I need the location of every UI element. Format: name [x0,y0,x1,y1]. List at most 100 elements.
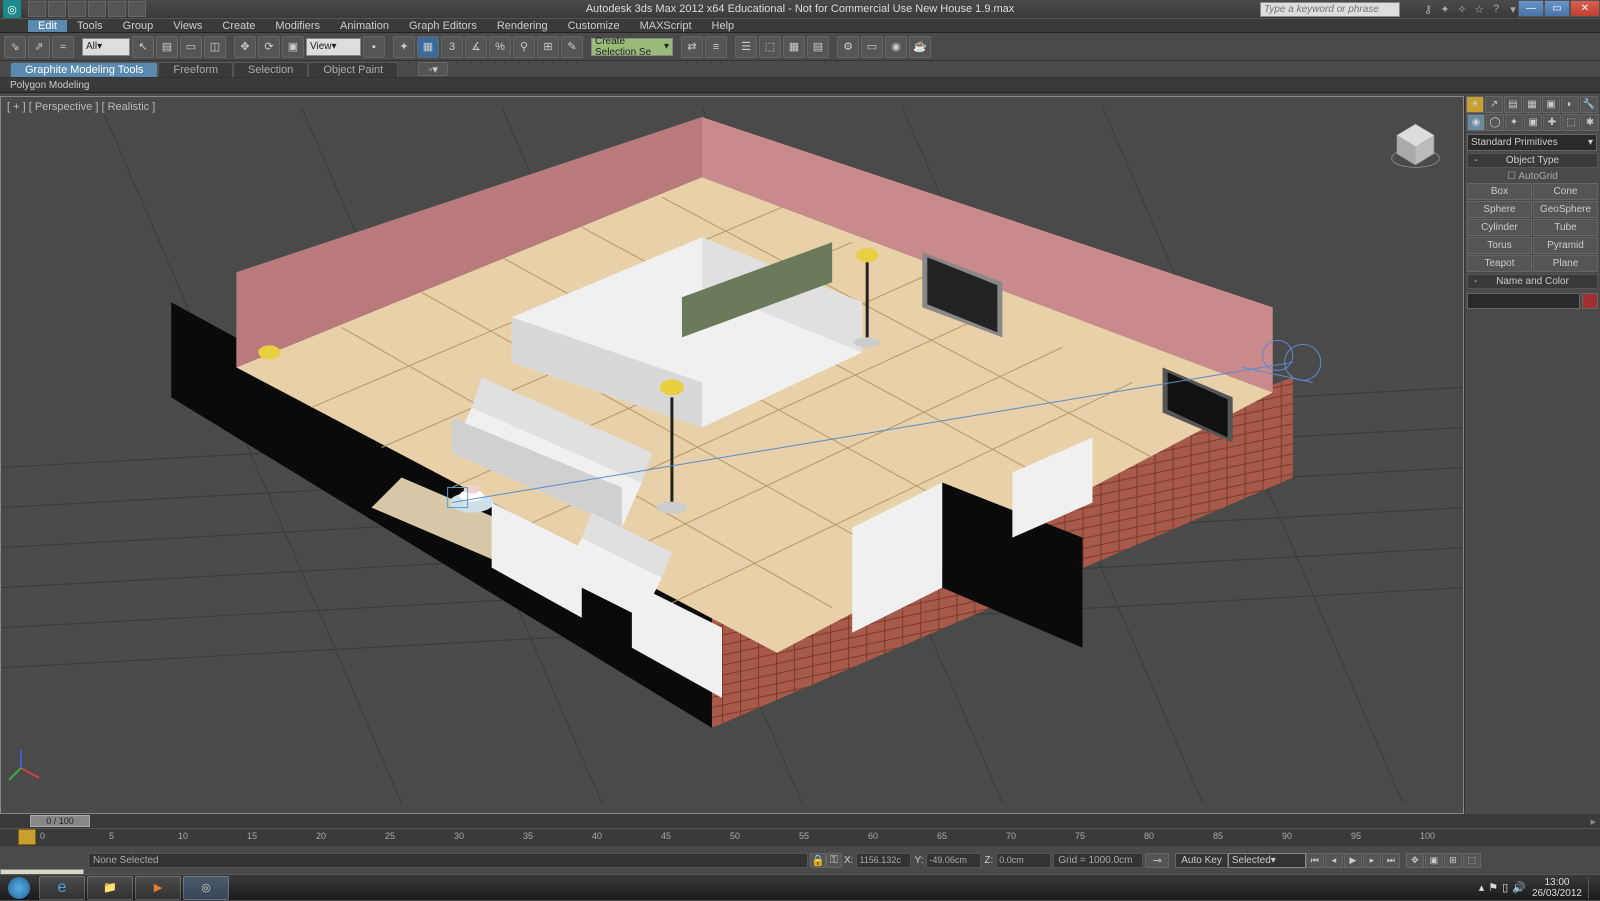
menu-group[interactable]: Group [113,20,164,32]
show-desktop-button[interactable] [1588,877,1596,899]
schematic-icon[interactable]: ▦ [783,36,805,58]
qat-new-icon[interactable] [28,1,46,17]
tab-selection[interactable]: Selection [233,62,308,77]
select-icon[interactable]: ↖ [132,36,154,58]
nav4-icon[interactable]: ⬚ [1463,853,1481,868]
key-mode-dropdown[interactable]: Selected ▾ [1228,853,1306,868]
y-field[interactable]: -49.06cm [926,853,981,868]
qat-redo-icon[interactable] [108,1,126,17]
menu-graph-editors[interactable]: Graph Editors [399,20,487,32]
task-wmp-icon[interactable]: ▶ [135,876,181,900]
menu-help[interactable]: Help [702,20,745,32]
primitive-category-dropdown[interactable]: Standard Primitives▾ [1467,134,1597,151]
rotate-icon[interactable]: ⟳ [258,36,280,58]
sub-ribbon[interactable]: Polygon Modeling [0,78,1600,93]
mirror-icon[interactable]: ⇄ [681,36,703,58]
snap7-icon[interactable]: ✎ [561,36,583,58]
star-icon[interactable]: ☆ [1472,2,1486,16]
curve-editor-icon[interactable]: ⬚ [759,36,781,58]
manipulate-icon[interactable]: ✦ [393,36,415,58]
tray-up-icon[interactable]: ▴ [1479,881,1485,894]
tray-network-icon[interactable]: ▯ [1502,881,1508,894]
space-tab-icon[interactable]: ⬚ [1562,114,1580,131]
menu-tools[interactable]: Tools [67,20,113,32]
play-icon[interactable]: ▶ [1344,853,1362,868]
prim-pyramid[interactable]: Pyramid [1533,237,1598,254]
qat-undo-icon[interactable] [88,1,106,17]
tab-d-icon[interactable]: ▣ [1542,96,1560,113]
taskbar-clock[interactable]: 13:00 26/03/2012 [1532,877,1582,899]
keymode-icon[interactable]: ⊸ [1145,853,1169,868]
snap5-icon[interactable]: ⚲ [513,36,535,58]
rollout-name-color[interactable]: Name and Color [1467,274,1598,289]
start-button[interactable] [0,875,38,901]
key-icon2[interactable]: ⚿ [826,853,842,868]
menu-edit[interactable]: Edit [28,20,67,32]
angle-snap-icon[interactable]: 3 [441,36,463,58]
tab-lighting-icon[interactable]: ☀ [1466,96,1484,113]
menu-customize[interactable]: Customize [558,20,630,32]
scale-icon[interactable]: ▣ [282,36,304,58]
menu-animation[interactable]: Animation [330,20,399,32]
lights-tab-icon[interactable]: ✦ [1505,114,1523,131]
task-ie-icon[interactable]: e [39,876,85,900]
render-frame-icon[interactable]: ▭ [861,36,883,58]
window-cross-icon[interactable]: ◫ [204,36,226,58]
app-icon[interactable]: ◎ [3,0,21,18]
task-3dsmax-icon[interactable]: ◎ [183,876,229,900]
shapes-tab-icon[interactable]: ◯ [1486,114,1504,131]
systems-tab-icon[interactable]: ✱ [1581,114,1599,131]
link-icon[interactable]: ⇘ [4,36,26,58]
goto-start-icon[interactable]: ⏮ [1306,853,1324,868]
unlink-icon[interactable]: ⇗ [28,36,50,58]
tool2-icon[interactable]: ✧ [1455,2,1469,16]
prim-box[interactable]: Box [1467,183,1532,200]
nav1-icon[interactable]: ✥ [1406,853,1424,868]
viewport-label[interactable]: [ + ] [ Perspective ] [ Realistic ] [7,101,155,113]
tray-volume-icon[interactable]: 🔊 [1512,881,1526,894]
tab-util-icon[interactable]: 🔧 [1580,96,1598,113]
tab-a-icon[interactable]: ↗ [1485,96,1503,113]
move-icon[interactable]: ✥ [234,36,256,58]
goto-end-icon[interactable]: ⏭ [1382,853,1400,868]
menu-views[interactable]: Views [163,20,212,32]
named-selection-dropdown[interactable]: Create Selection Se▾ [591,38,673,56]
snap6-icon[interactable]: ⊞ [537,36,559,58]
x-field[interactable]: 1156.132c [856,853,911,868]
tab-e-icon[interactable]: ◐ [1561,96,1579,113]
frame-slider[interactable]: 0 / 100 ▸ [0,814,1600,828]
viewcube[interactable] [1388,117,1443,172]
prim-cylinder[interactable]: Cylinder [1467,219,1532,236]
z-field[interactable]: 0.0cm [996,853,1051,868]
menu-modifiers[interactable]: Modifiers [265,20,330,32]
autogrid-checkbox[interactable]: ☐ AutoGrid [1465,170,1600,183]
tab-graphite[interactable]: Graphite Modeling Tools [10,62,158,77]
ribbon-expand-icon[interactable]: ◦▾ [418,62,448,76]
spinner-snap-icon[interactable]: % [489,36,511,58]
frame-handle[interactable]: 0 / 100 [30,815,90,827]
qat-more-icon[interactable] [128,1,146,17]
object-color-swatch[interactable] [1582,293,1598,309]
menu-create[interactable]: Create [212,20,265,32]
prim-tube[interactable]: Tube [1533,219,1598,236]
maximize-button[interactable]: ▭ [1544,0,1570,17]
tool1-icon[interactable]: ✦ [1438,2,1452,16]
snap-toggle-icon[interactable]: ▦ [417,36,439,58]
percent-snap-icon[interactable]: ∡ [465,36,487,58]
pivot-icon[interactable]: ▪ [363,36,385,58]
auto-key-button[interactable]: Auto Key [1175,853,1228,868]
helpers-tab-icon[interactable]: ✚ [1543,114,1561,131]
viewport-perspective[interactable]: [ + ] [ Perspective ] [ Realistic ] [0,96,1464,814]
prev-frame-icon[interactable]: ◂ [1325,853,1343,868]
prim-plane[interactable]: Plane [1533,255,1598,272]
render-icon[interactable]: ◉ [885,36,907,58]
minimize-button[interactable]: — [1518,0,1544,17]
prim-cone[interactable]: Cone [1533,183,1598,200]
render-setup-icon[interactable]: ⚙ [837,36,859,58]
tray-flag-icon[interactable]: ⚑ [1488,881,1498,894]
tab-freeform[interactable]: Freeform [158,62,233,77]
next-frame-icon[interactable]: ▸ [1363,853,1381,868]
bind-icon[interactable]: ≈ [52,36,74,58]
ruler-marker[interactable] [18,829,36,845]
nav2-icon[interactable]: ▣ [1425,853,1443,868]
